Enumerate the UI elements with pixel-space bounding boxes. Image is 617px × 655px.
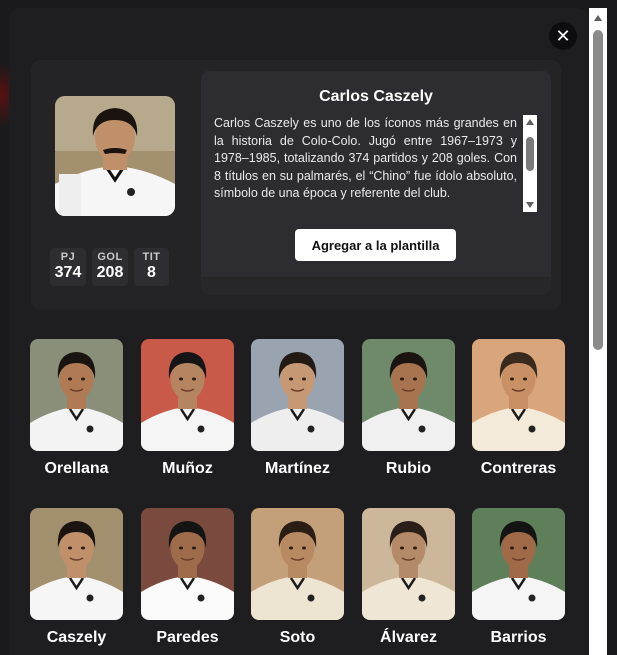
player-photo[interactable] [30,339,123,451]
player-card[interactable]: Caszely [30,508,123,647]
add-to-squad-button[interactable]: Agregar a la plantilla [295,229,456,261]
player-info-box: Carlos Caszely Carlos Caszely es uno de … [201,71,551,295]
player-photo-image [30,508,123,620]
page-scrollbar[interactable] [589,8,607,655]
close-icon: ✕ [555,26,571,46]
player-photo[interactable] [251,508,344,620]
player-card-name: Orellana [44,460,109,477]
scroll-thumb[interactable] [526,137,534,171]
player-photo[interactable] [141,508,234,620]
player-card-name: Martínez [265,460,330,477]
player-photo-image [472,339,565,451]
player-photo[interactable] [362,508,455,620]
player-card-name: Rubio [385,460,432,477]
player-photo-image [472,508,565,620]
player-card[interactable]: Muñoz [141,339,234,478]
player-card[interactable]: Rubio [362,339,455,478]
player-photo[interactable] [472,508,565,620]
player-photo-image [141,339,234,451]
player-photo[interactable] [141,339,234,451]
player-photo[interactable] [30,508,123,620]
player-card-name: Caszely [46,629,107,646]
scroll-up-icon[interactable] [594,15,602,21]
stat-label: GOL [97,251,123,263]
player-card-name: Paredes [156,629,219,646]
player-detail-panel: PJ 374 GOL 208 TIT 8 Carlos Caszely Carl… [31,60,561,310]
close-button[interactable]: ✕ [549,22,577,50]
player-card[interactable]: Soto [251,508,344,647]
stat-tit: TIT 8 [134,248,169,286]
scroll-down-icon[interactable] [526,202,534,208]
player-photo[interactable] [472,339,565,451]
player-card[interactable]: Martínez [251,339,344,478]
player-photo-image [141,508,234,620]
player-card-name: Contreras [480,460,557,477]
stat-value: 8 [147,264,156,281]
stat-pj: PJ 374 [50,248,86,286]
stat-value: 374 [54,264,82,281]
player-photo-image [30,339,123,451]
player-card[interactable]: Paredes [141,508,234,647]
player-stats: PJ 374 GOL 208 TIT 8 [50,248,169,286]
player-card-name: Barrios [490,629,547,646]
player-photo-image [362,508,455,620]
player-card-name: Soto [279,629,316,646]
player-portrait-image [55,96,175,216]
stat-label: TIT [142,251,161,263]
player-card[interactable]: Orellana [30,339,123,478]
player-modal: ✕ PJ 374 GOL 208 TIT 8 Carlos Caszely Ca… [9,8,589,655]
player-card-name: Álvarez [380,629,437,646]
player-photo[interactable] [251,339,344,451]
player-photo-image [362,339,455,451]
player-name: Carlos Caszely [319,88,433,105]
player-photo-image [251,508,344,620]
selected-player-photo [55,96,175,216]
player-card[interactable]: Álvarez [362,508,455,647]
stat-value: 208 [96,264,124,281]
player-bio[interactable]: Carlos Caszely es uno de los íconos más … [214,115,517,215]
player-photo-image [251,339,344,451]
scroll-up-icon[interactable] [526,119,534,125]
bio-scrollbar[interactable] [523,115,537,212]
player-card-name: Muñoz [162,460,213,477]
stat-gol: GOL 208 [92,248,128,286]
page-scroll-thumb[interactable] [593,30,603,350]
player-card[interactable]: Contreras [472,339,565,478]
player-card[interactable]: Barrios [472,508,565,647]
player-photo[interactable] [362,339,455,451]
info-footer [201,277,551,295]
stat-label: PJ [60,251,76,263]
